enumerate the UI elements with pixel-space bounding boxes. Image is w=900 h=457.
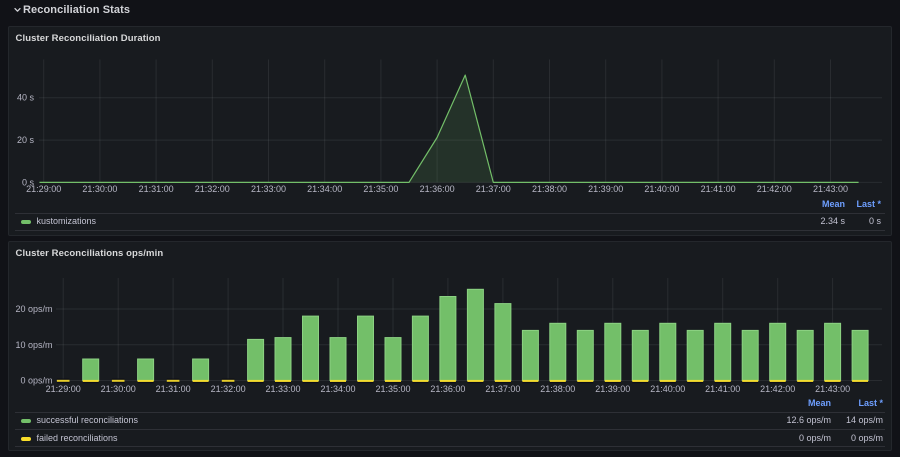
svg-text:21:32:00: 21:32:00 <box>195 184 230 194</box>
svg-text:21:35:00: 21:35:00 <box>375 384 410 394</box>
svg-text:21:33:00: 21:33:00 <box>251 184 286 194</box>
svg-text:21:33:00: 21:33:00 <box>265 384 300 394</box>
svg-text:21:41:00: 21:41:00 <box>705 384 740 394</box>
svg-text:20 s: 20 s <box>17 135 35 145</box>
svg-text:21:37:00: 21:37:00 <box>476 184 511 194</box>
svg-text:21:43:00: 21:43:00 <box>815 384 850 394</box>
svg-text:21:38:00: 21:38:00 <box>532 184 567 194</box>
svg-text:21:34:00: 21:34:00 <box>307 184 342 194</box>
svg-text:20 ops/m: 20 ops/m <box>15 304 52 314</box>
svg-text:21:40:00: 21:40:00 <box>644 184 679 194</box>
svg-text:10 ops/m: 10 ops/m <box>15 340 52 350</box>
svg-text:21:32:00: 21:32:00 <box>211 384 246 394</box>
svg-text:21:29:00: 21:29:00 <box>26 184 61 194</box>
svg-text:21:40:00: 21:40:00 <box>650 384 685 394</box>
svg-text:40 s: 40 s <box>17 93 35 103</box>
svg-text:21:36:00: 21:36:00 <box>420 184 455 194</box>
svg-text:21:29:00: 21:29:00 <box>46 384 81 394</box>
svg-text:21:35:00: 21:35:00 <box>363 184 398 194</box>
svg-text:21:37:00: 21:37:00 <box>485 384 520 394</box>
svg-text:21:41:00: 21:41:00 <box>701 184 736 194</box>
svg-text:21:31:00: 21:31:00 <box>156 384 191 394</box>
svg-text:21:43:00: 21:43:00 <box>813 184 848 194</box>
svg-text:21:30:00: 21:30:00 <box>82 184 117 194</box>
svg-text:21:31:00: 21:31:00 <box>139 184 174 194</box>
svg-text:21:34:00: 21:34:00 <box>320 384 355 394</box>
svg-text:21:39:00: 21:39:00 <box>588 184 623 194</box>
svg-text:21:38:00: 21:38:00 <box>540 384 575 394</box>
svg-text:21:42:00: 21:42:00 <box>757 184 792 194</box>
svg-text:21:42:00: 21:42:00 <box>760 384 795 394</box>
svg-text:21:30:00: 21:30:00 <box>101 384 136 394</box>
svg-text:21:39:00: 21:39:00 <box>595 384 630 394</box>
svg-text:21:36:00: 21:36:00 <box>430 384 465 394</box>
